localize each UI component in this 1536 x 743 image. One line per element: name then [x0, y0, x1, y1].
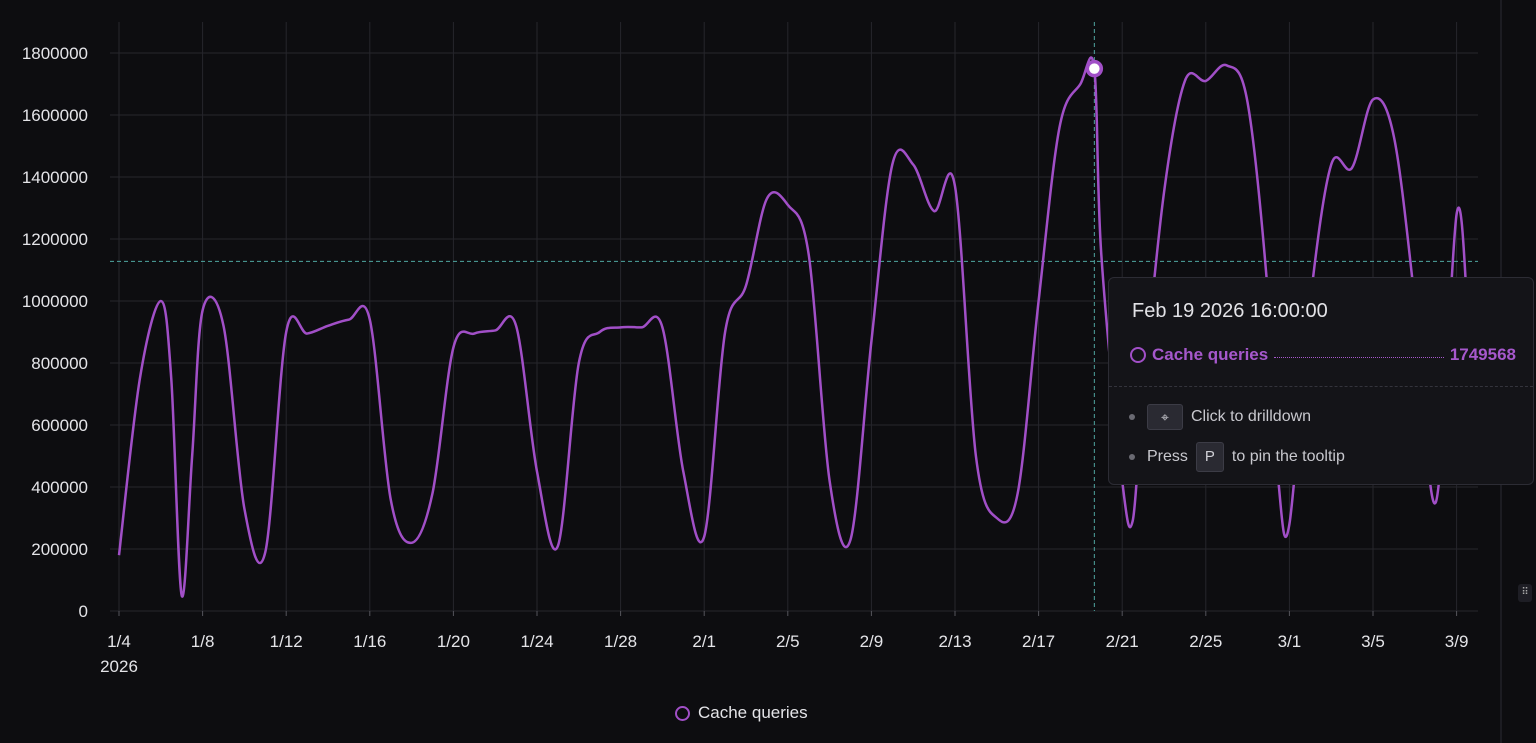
hint-click-text: Click to drilldown	[1191, 408, 1312, 425]
y-tick-label: 1200000	[22, 230, 88, 249]
y-tick-label: 400000	[31, 478, 88, 497]
cursor-click-icon: ⌖	[1147, 404, 1183, 430]
hovered-data-point[interactable]	[1085, 59, 1104, 78]
tooltip-series-value: 1749568	[1449, 345, 1516, 364]
y-tick-label: 0	[79, 602, 88, 621]
x-tick-label: 2/13	[938, 632, 971, 651]
x-tick-label: 2/9	[860, 632, 884, 651]
x-axis-year-label: 2026	[100, 657, 138, 676]
x-axis: 1/4 1/8 1/12 1/16 1/20 1/24 1/28 2/1 2/5 2/9 2/13 2…	[107, 611, 1468, 651]
tooltip-leader-line	[1274, 356, 1444, 358]
x-tick-label: 2/25	[1189, 632, 1222, 651]
x-tick-label: 1/12	[270, 632, 303, 651]
y-tick-label: 1000000	[22, 292, 88, 311]
x-tick-label: 1/8	[191, 632, 215, 651]
bullet-icon	[1129, 454, 1135, 460]
x-tick-label: 2/1	[692, 632, 716, 651]
x-tick-label: 1/20	[437, 632, 470, 651]
legend-marker-icon	[675, 705, 690, 721]
hint-press-text: Press	[1147, 448, 1188, 465]
y-axis: 0 200000 400000 600000 800000 1000000 1200000 1…	[22, 44, 88, 621]
tooltip-series-row: Cache queries 1749568	[1130, 344, 1516, 366]
y-tick-label: 200000	[31, 540, 88, 559]
x-tick-label: 2/5	[776, 632, 800, 651]
x-tick-label: 1/16	[353, 632, 386, 651]
tooltip-hint-pin: Press P to pin the tooltip	[1129, 442, 1345, 472]
tooltip-title: Feb 19 2026 16:00:00	[1132, 300, 1328, 322]
x-tick-label: 2/17	[1022, 632, 1055, 651]
y-tick-label: 1600000	[22, 106, 88, 125]
chart-tooltip: Feb 19 2026 16:00:00 Cache queries 17495…	[1108, 277, 1534, 485]
series-marker-icon	[1130, 347, 1146, 363]
x-tick-label: 3/1	[1278, 632, 1302, 651]
x-tick-label: 1/4	[107, 632, 131, 651]
hint-pin-text: to pin the tooltip	[1231, 448, 1345, 465]
y-tick-label: 800000	[31, 354, 88, 373]
resize-handle-icon[interactable]: ⠿	[1518, 584, 1532, 602]
x-tick-label: 3/9	[1445, 632, 1469, 651]
x-tick-label: 3/5	[1361, 632, 1385, 651]
y-tick-label: 1400000	[22, 168, 88, 187]
bullet-icon	[1129, 414, 1135, 420]
legend-label: Cache queries	[698, 703, 808, 722]
x-tick-label: 1/24	[520, 632, 553, 651]
pin-key: P	[1195, 442, 1224, 472]
x-tick-label: 2/21	[1106, 632, 1139, 651]
y-tick-label: 1800000	[22, 44, 88, 63]
tooltip-divider	[1109, 386, 1533, 387]
tooltip-hint-drilldown: ⌖ Click to drilldown	[1129, 404, 1311, 430]
tooltip-series-name: Cache queries	[1152, 345, 1269, 364]
x-tick-label: 1/28	[604, 632, 637, 651]
y-tick-label: 600000	[31, 416, 88, 435]
chart-legend[interactable]: Cache queries	[675, 703, 808, 723]
